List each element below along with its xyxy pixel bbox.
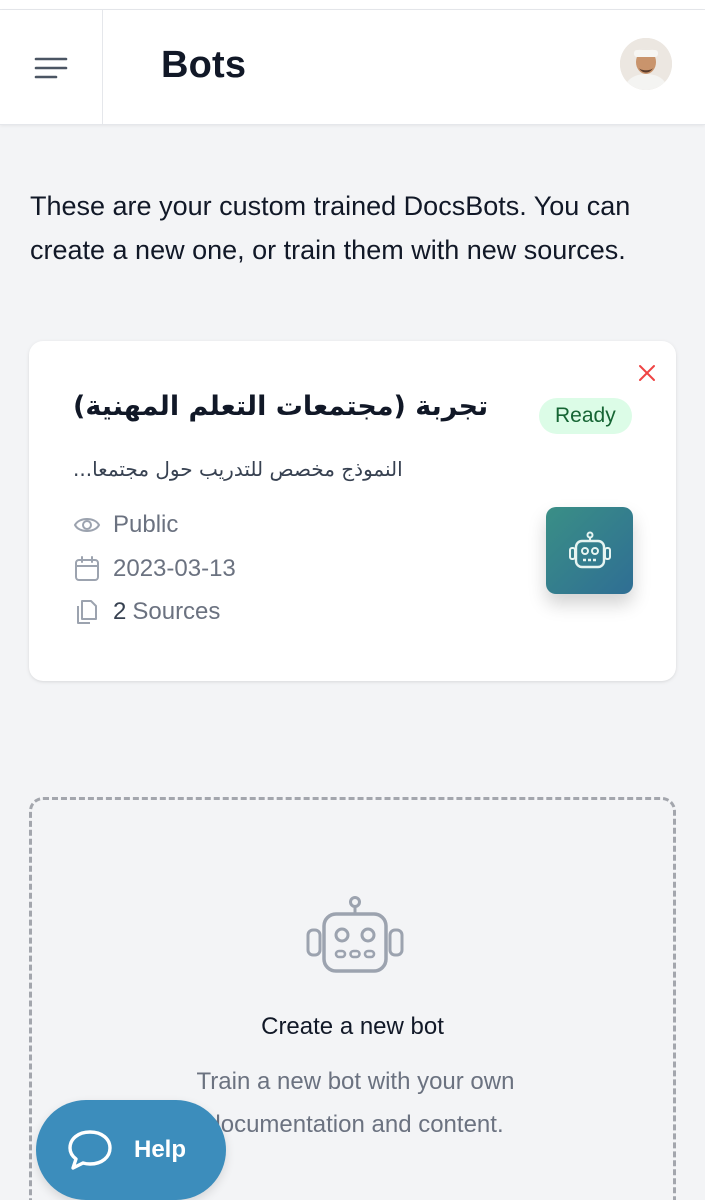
documents-icon bbox=[73, 598, 101, 626]
create-bot-title: Create a new bot bbox=[261, 1013, 444, 1040]
chat-bubble-icon bbox=[68, 1130, 112, 1170]
sources-count: 2 bbox=[113, 598, 127, 625]
top-bar: Bots bbox=[0, 10, 705, 125]
hamburger-menu-icon bbox=[34, 57, 68, 78]
eye-icon bbox=[73, 511, 101, 539]
help-button[interactable]: Help bbox=[36, 1100, 226, 1200]
visibility-label: Public bbox=[113, 511, 179, 538]
intro-text: These are your custom trained DocsBots. … bbox=[30, 191, 631, 265]
robot-icon bbox=[568, 531, 611, 568]
user-avatar[interactable] bbox=[620, 38, 672, 90]
sources-label: Sources bbox=[132, 598, 221, 625]
menu-button[interactable] bbox=[0, 10, 103, 125]
status-bar-divider bbox=[0, 0, 705, 10]
created-date: 2023-03-13 bbox=[113, 555, 236, 582]
sources-row: 2 Sources bbox=[73, 598, 220, 626]
help-label: Help bbox=[134, 1136, 187, 1163]
bot-description: النموذج مخصص للتدريب حول مجتمعا... bbox=[73, 457, 403, 481]
close-icon[interactable] bbox=[635, 361, 659, 385]
bot-avatar-tile[interactable] bbox=[546, 507, 633, 594]
bot-name[interactable]: تجربة (مجتمعات التعلم المهنية) bbox=[73, 391, 493, 422]
robot-icon bbox=[306, 896, 404, 973]
bot-card[interactable]: تجربة (مجتمعات التعلم المهنية) Ready الن… bbox=[29, 341, 676, 681]
calendar-icon bbox=[73, 555, 101, 583]
date-row: 2023-03-13 bbox=[73, 555, 236, 583]
visibility-row: Public bbox=[73, 511, 178, 539]
status-badge: Ready bbox=[539, 398, 632, 434]
page-title: Bots bbox=[161, 44, 247, 86]
